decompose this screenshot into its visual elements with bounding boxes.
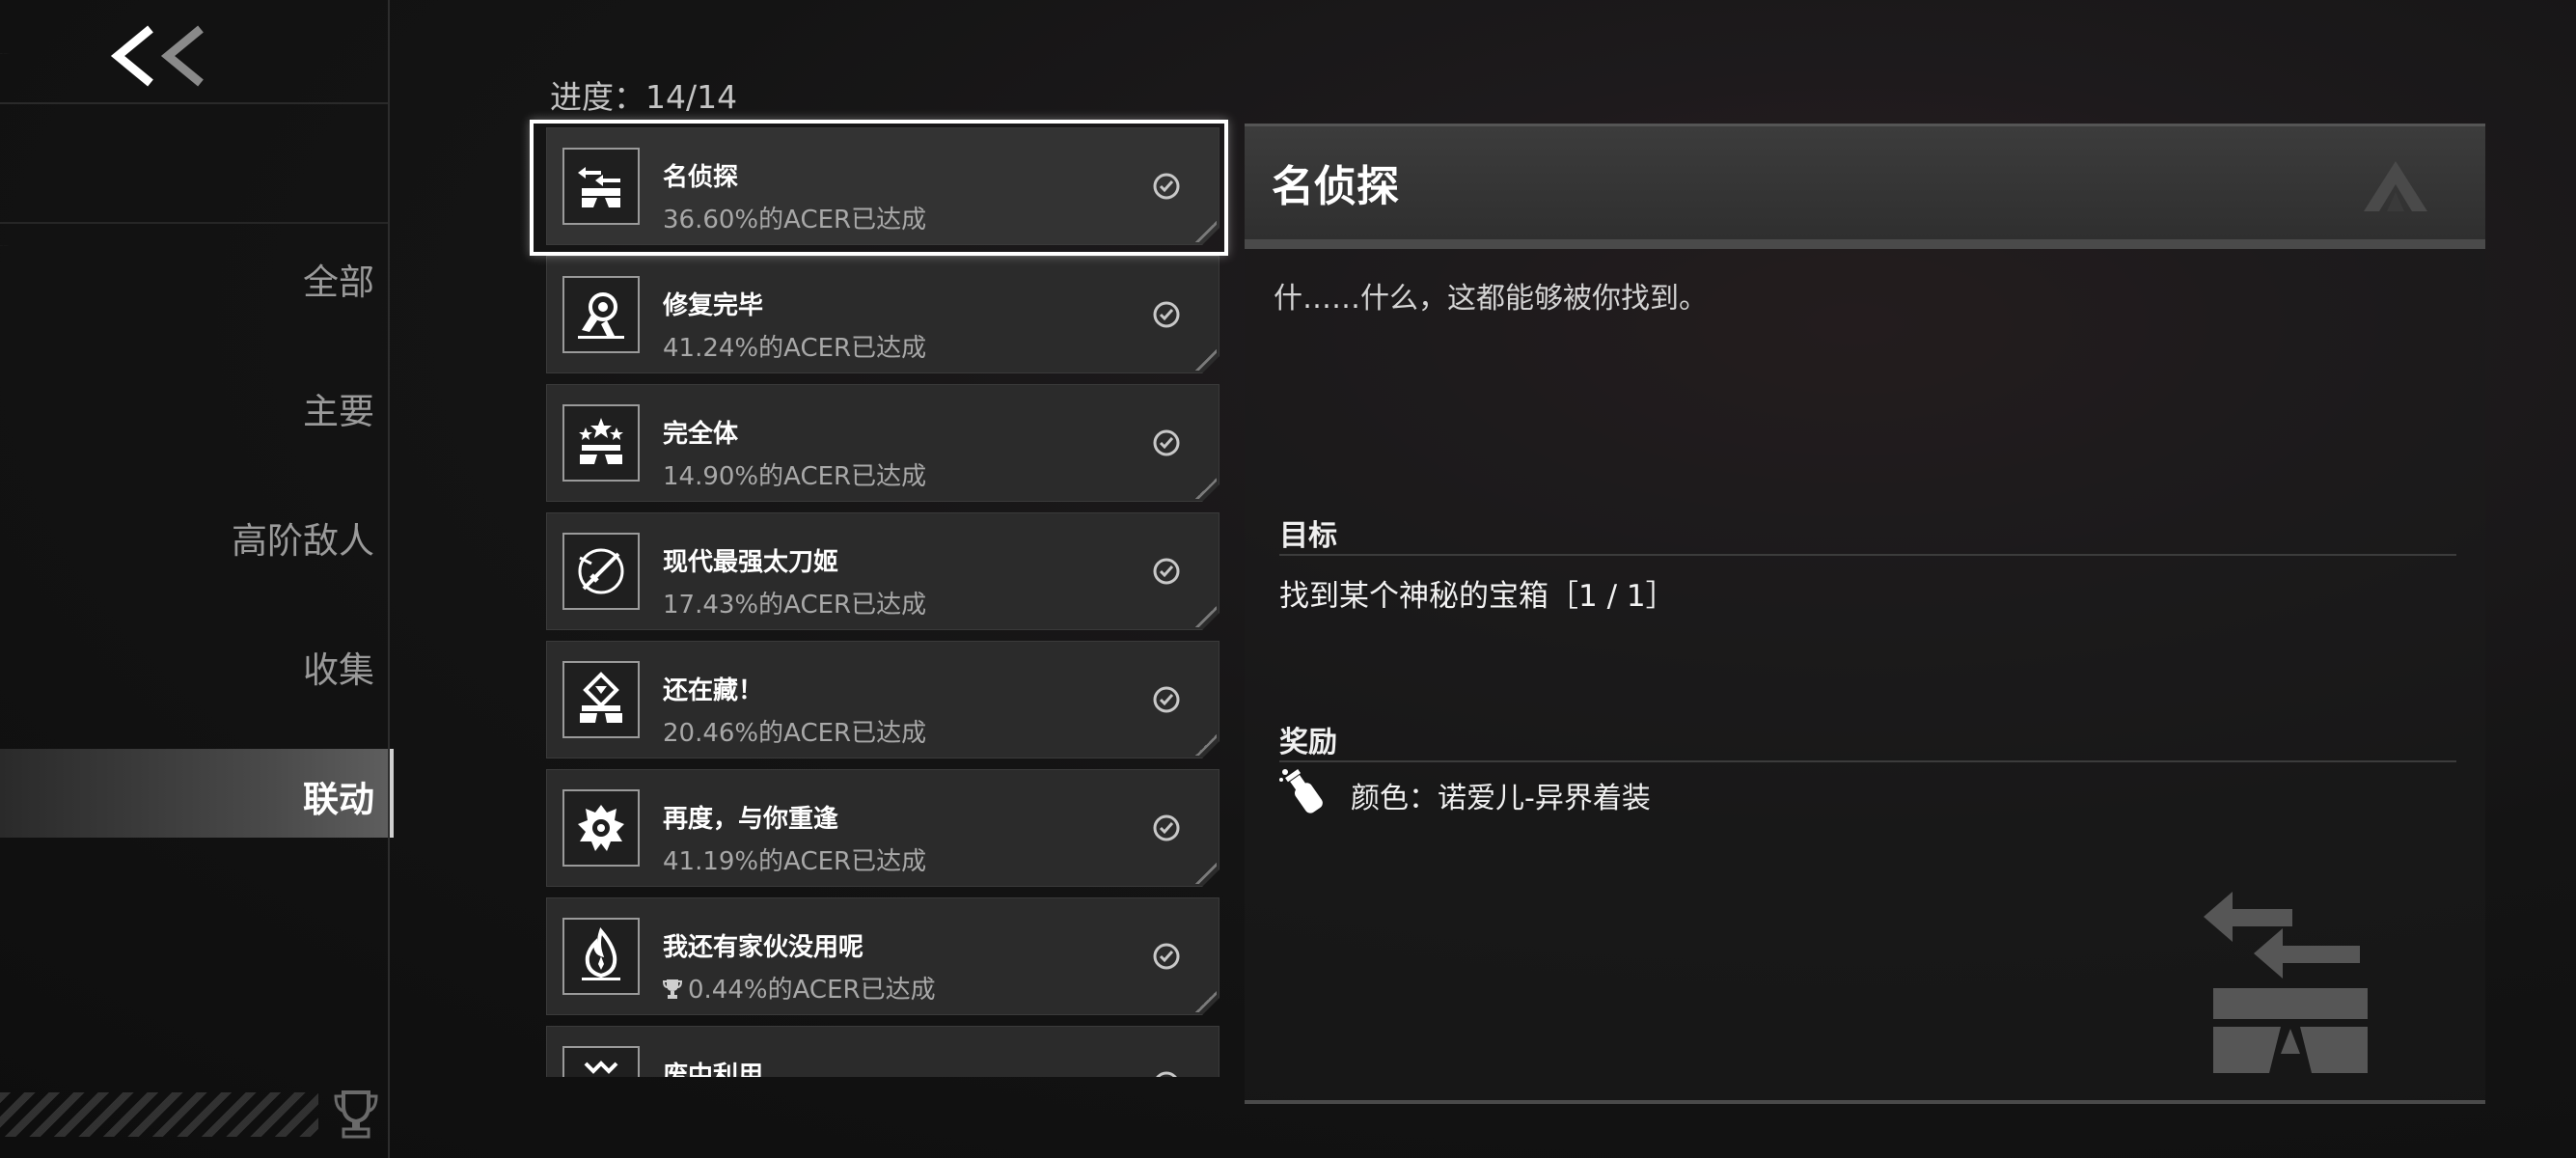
achievement-detail-panel: 名侦探 什……什么，这都能够被你找到。 目标 找到某个神秘的宝箱［1 / 1］ …: [1245, 124, 2485, 1104]
achievement-item[interactable]: 完全体 14.90%的ACER已达成: [546, 384, 1219, 502]
checkmark-circle-icon: [1151, 813, 1182, 843]
game-logo-icon: [2364, 161, 2427, 211]
achievement-name: 名侦探: [663, 163, 739, 192]
achievement-name: 还在藏！: [663, 676, 764, 705]
achievement-item[interactable]: 我还有家伙没用呢 0.44%的ACER已达成: [546, 897, 1219, 1015]
checkmark-circle-icon: [1151, 427, 1182, 458]
checkmark-circle-icon: [1151, 941, 1182, 972]
category-main[interactable]: 主要: [27, 382, 374, 434]
checkmark-circle-icon: [1151, 299, 1182, 330]
achievement-percent: 14.90%的ACER已达成: [663, 462, 927, 491]
robot-repair-icon: [562, 276, 640, 353]
achievement-item[interactable]: 名侦探 36.60%的ACER已达成: [546, 127, 1219, 245]
corner-notch: [1195, 478, 1217, 499]
checkmark-circle-icon: [1151, 171, 1182, 202]
trophy-button[interactable]: [332, 1089, 380, 1141]
achievement-item[interactable]: 废中利用: [546, 1026, 1219, 1077]
category-collection[interactable]: 收集: [27, 641, 374, 693]
scrap-icon: [562, 1046, 640, 1077]
decor-stripes: [0, 1092, 318, 1137]
achievement-percent: 41.19%的ACER已达成: [663, 847, 927, 876]
detail-header: 名侦探: [1245, 124, 2485, 249]
achievement-item[interactable]: 再度，与你重逢 41.19%的ACER已达成: [546, 769, 1219, 887]
paint-bottle-icon: [1279, 768, 1323, 813]
panel-bottom-line: [1245, 1100, 2485, 1104]
corner-notch: [1195, 606, 1217, 627]
achievement-item[interactable]: 现代最强太刀姬 17.43%的ACER已达成: [546, 512, 1219, 630]
trophy-icon: [334, 1090, 378, 1139]
back-button[interactable]: [108, 21, 214, 91]
goal-label: 目标: [1279, 519, 1337, 553]
reward-text: 颜色：诺爱儿-异界着装: [1351, 782, 1651, 815]
achievement-percent: 20.46%的ACER已达成: [663, 719, 927, 748]
achievement-name: 修复完毕: [663, 291, 764, 320]
corner-notch: [1195, 221, 1217, 242]
goal-divider: [1279, 554, 2456, 556]
category-elite-enemies[interactable]: 高阶敌人: [27, 511, 374, 564]
corner-notch: [1195, 863, 1217, 884]
category-sidebar: 全部 主要 高阶敌人 收集 联动: [0, 0, 394, 1158]
achievement-name: 完全体: [663, 420, 739, 449]
detail-title: 名侦探: [1272, 162, 1399, 211]
achievement-percent: 17.43%的ACER已达成: [663, 591, 927, 620]
corner-notch: [1195, 991, 1217, 1012]
achievement-percent: 41.24%的ACER已达成: [663, 334, 927, 363]
achievement-name: 废中利用: [663, 1062, 764, 1077]
divider: [0, 102, 390, 104]
category-all[interactable]: 全部: [27, 253, 374, 305]
checkmark-circle-icon: [1151, 556, 1182, 587]
detective-icon: [562, 148, 640, 225]
achievement-name: 现代最强太刀姬: [663, 548, 839, 577]
decor-arc: [0, 53, 23, 246]
corner-notch: [1195, 734, 1217, 756]
sidebar-divider: [388, 0, 390, 1158]
header-underline: [1245, 239, 2485, 249]
detail-description: 什……什么，这都能够被你找到。: [1274, 282, 1708, 316]
achievement-percent: 0.44%的ACER已达成: [663, 970, 936, 1006]
katana-icon: [562, 533, 640, 610]
corner-notch: [1195, 349, 1217, 371]
detective-icon: [2204, 892, 2368, 1073]
achievement-list[interactable]: 名侦探 36.60%的ACER已达成 修复完毕 41.24%的ACER已达成 完…: [546, 124, 1221, 1077]
trophy-icon: [663, 979, 682, 1000]
goal-text: 找到某个神秘的宝箱［1 / 1］: [1279, 579, 1676, 614]
checkmark-circle-icon: [1151, 1069, 1182, 1077]
reward-divider: [1279, 760, 2456, 762]
spiky-creature-icon: [562, 789, 640, 867]
reward-label: 奖励: [1279, 726, 1337, 759]
hidden-chest-icon: [562, 661, 640, 738]
achievement-item[interactable]: 还在藏！ 20.46%的ACER已达成: [546, 641, 1219, 758]
achievement-percent-text: 0.44%的ACER已达成: [688, 976, 936, 1005]
achievement-name: 我还有家伙没用呢: [663, 933, 864, 962]
category-collab[interactable]: 联动: [27, 770, 374, 822]
achievement-item[interactable]: 修复完毕 41.24%的ACER已达成: [546, 256, 1219, 373]
divider: [0, 222, 390, 224]
checkmark-circle-icon: [1151, 684, 1182, 715]
double-chevron-left-icon: [110, 25, 204, 87]
progress-counter: 进度：14/14: [550, 78, 738, 116]
flame-icon: [562, 918, 640, 995]
stars-podium-icon: [562, 404, 640, 482]
achievement-percent: 36.60%的ACER已达成: [663, 206, 927, 234]
achievement-name: 再度，与你重逢: [663, 805, 839, 834]
